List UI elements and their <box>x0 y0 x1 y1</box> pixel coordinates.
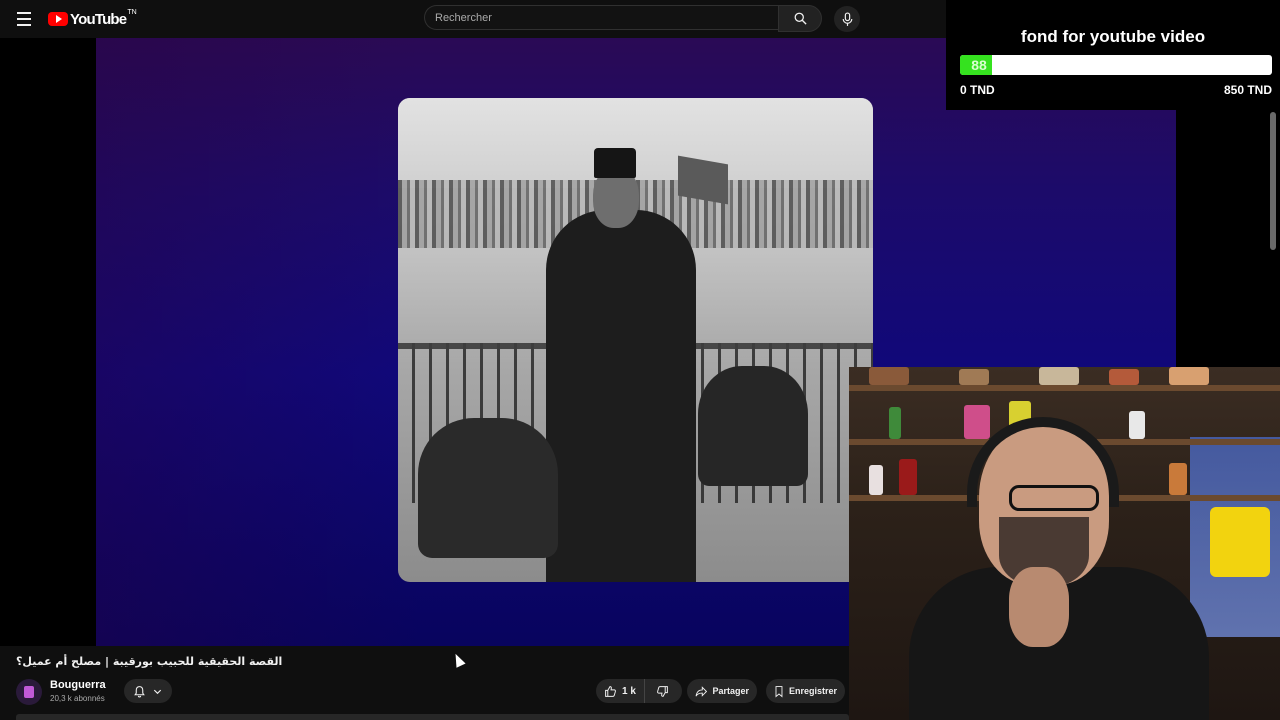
video-info-bar: القصة الحقيقية للحبيب بورقيبة | مصلح أم … <box>0 646 849 720</box>
bookmark-icon <box>775 685 783 697</box>
donation-goal-widget: fond for youtube video 88 0 TND 850 TND <box>946 0 1280 110</box>
youtube-play-icon <box>48 12 68 26</box>
search-icon <box>794 12 807 25</box>
dislike-button[interactable] <box>645 679 681 703</box>
thumbs-up-icon <box>605 685 616 697</box>
logo-country-code: TN <box>127 8 137 16</box>
channel-avatar[interactable] <box>16 679 42 705</box>
webcam-feed <box>849 367 1280 720</box>
subscriber-count: 20,3 k abonnés <box>50 694 105 703</box>
search-input[interactable]: Rechercher <box>424 5 779 30</box>
share-icon <box>695 685 708 697</box>
save-label: Enregistrer <box>788 686 837 696</box>
video-frame-historical-photo <box>398 98 873 582</box>
video-title: القصة الحقيقية للحبيب بورقيبة | مصلح أم … <box>16 655 283 668</box>
chevron-down-icon <box>153 689 162 694</box>
share-button[interactable]: Partager <box>687 679 757 703</box>
search-bar: Rechercher <box>424 5 822 32</box>
save-button[interactable]: Enregistrer <box>766 679 845 703</box>
menu-icon[interactable] <box>12 7 36 31</box>
thumbs-down-icon <box>657 685 669 697</box>
subscription-bell-button[interactable] <box>124 679 172 703</box>
donation-min-label: 0 TND <box>960 83 995 97</box>
search-button[interactable] <box>778 5 822 32</box>
logo-text: YouTube <box>70 10 127 28</box>
share-label: Partager <box>712 686 749 696</box>
donation-progress-bar: 88 <box>960 55 1272 75</box>
like-count: 1 k <box>622 685 636 697</box>
player-left-margin <box>0 38 96 646</box>
donation-current-amount: 88 <box>971 57 987 73</box>
donation-max-label: 850 TND <box>1223 83 1272 97</box>
like-dislike-group: 1 k <box>596 679 682 703</box>
mic-icon <box>842 11 852 26</box>
channel-name[interactable]: Bouguerra <box>50 679 106 691</box>
like-button[interactable]: 1 k <box>596 679 645 703</box>
donation-title: fond for youtube video <box>1020 27 1206 46</box>
voice-search-button[interactable] <box>834 6 860 32</box>
scrollbar-thumb[interactable] <box>1270 112 1276 250</box>
bell-icon <box>134 685 145 697</box>
youtube-logo[interactable]: YouTube TN <box>48 8 137 28</box>
description-box-edge <box>16 714 849 720</box>
